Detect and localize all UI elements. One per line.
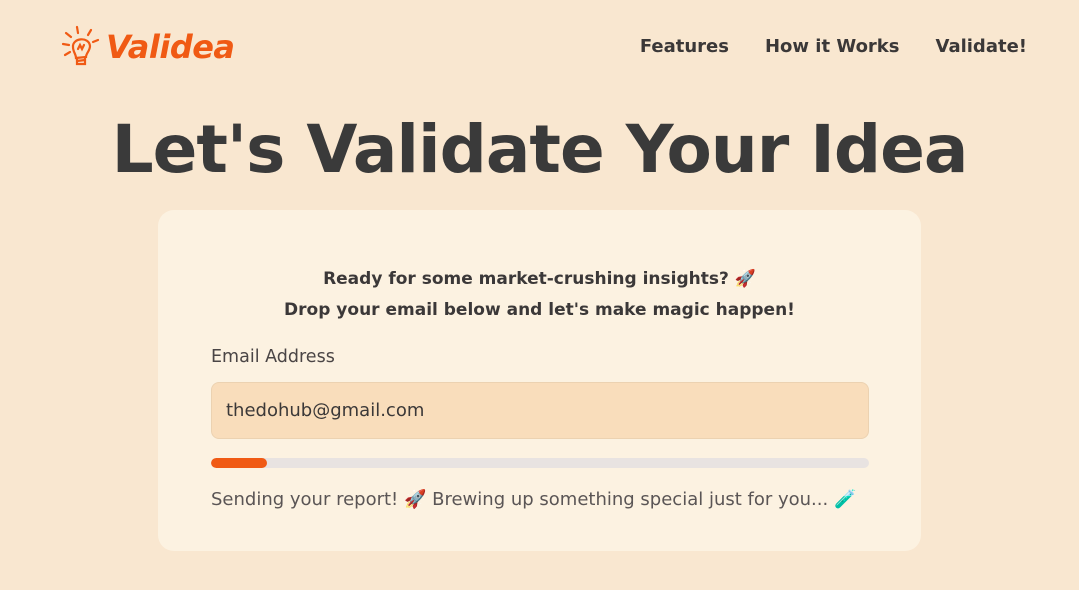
email-field[interactable] bbox=[211, 382, 869, 439]
nav-how-it-works-link[interactable]: How it Works bbox=[765, 35, 900, 59]
main-nav: Features How it Works Validate! bbox=[640, 35, 1027, 59]
status-message: Sending your report! 🚀 Brewing up someth… bbox=[211, 489, 857, 510]
lightbulb-icon bbox=[61, 25, 100, 66]
site-header: Validea Features How it Works Validate! bbox=[0, 0, 1079, 95]
brand-name: Validea bbox=[106, 28, 235, 66]
intro-line-2: Drop your email below and let's make mag… bbox=[284, 300, 795, 320]
brand-logo[interactable]: Validea bbox=[58, 24, 235, 70]
email-label: Email Address bbox=[211, 347, 335, 367]
page-title: Let's Validate Your Idea bbox=[111, 111, 969, 188]
progress-bar bbox=[211, 458, 869, 468]
nav-features-link[interactable]: Features bbox=[640, 35, 729, 59]
email-form-card: Ready for some market-crushing insights?… bbox=[158, 210, 921, 551]
intro-text: Ready for some market-crushing insights?… bbox=[158, 264, 921, 326]
intro-line-1: Ready for some market-crushing insights?… bbox=[323, 269, 756, 289]
progress-bar-fill bbox=[211, 458, 267, 468]
nav-validate-link[interactable]: Validate! bbox=[936, 35, 1028, 59]
